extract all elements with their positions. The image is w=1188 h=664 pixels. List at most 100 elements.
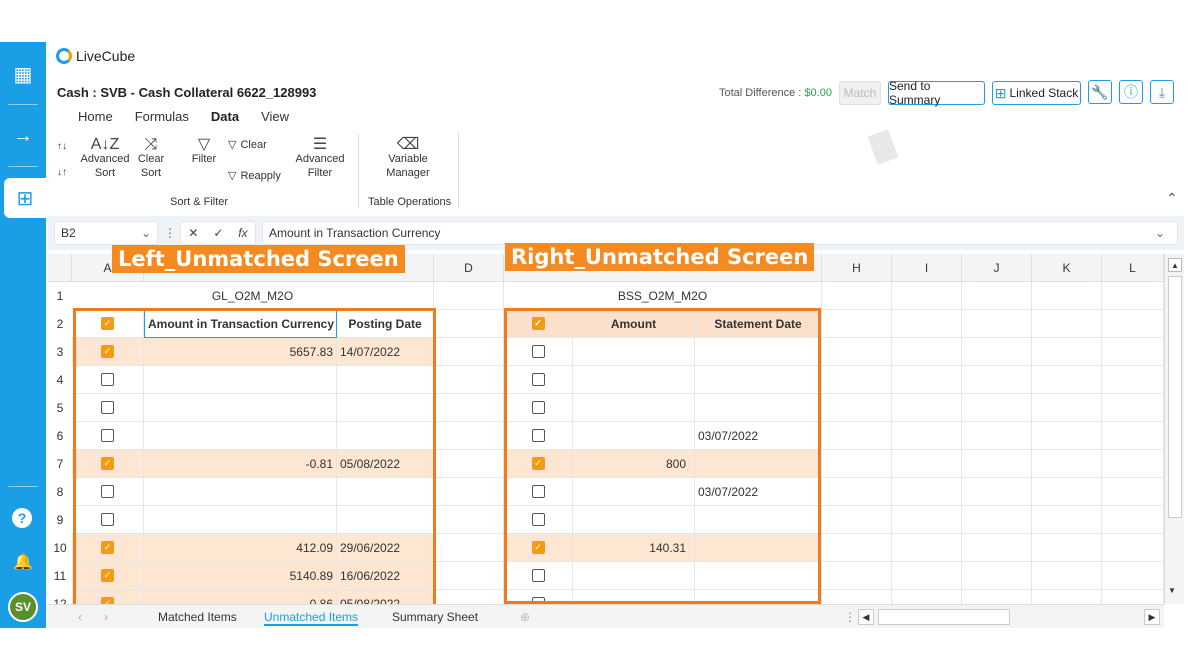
clear-sort-button[interactable]: ⤨ Clear Sort xyxy=(134,137,168,180)
scroll-up-icon[interactable]: ▲ xyxy=(1168,258,1182,272)
empty-cell[interactable] xyxy=(1032,366,1102,394)
scroll-down-icon[interactable]: ▼ xyxy=(1168,586,1176,595)
empty-cell[interactable] xyxy=(962,590,1032,604)
empty-cell[interactable] xyxy=(892,366,962,394)
row-header[interactable]: 5 xyxy=(48,394,72,422)
sheet-tab-matched-items[interactable]: Matched Items xyxy=(158,610,237,624)
filter-button[interactable]: ▽ Filter xyxy=(187,137,221,166)
empty-cell[interactable] xyxy=(434,506,504,534)
empty-cell[interactable] xyxy=(892,506,962,534)
tab-home[interactable]: Home xyxy=(78,109,113,124)
empty-cell[interactable] xyxy=(1102,338,1164,366)
column-header-l[interactable]: L xyxy=(1102,254,1164,282)
empty-cell[interactable] xyxy=(962,394,1032,422)
empty-cell[interactable] xyxy=(822,534,892,562)
empty-cell[interactable] xyxy=(434,534,504,562)
empty-cell[interactable] xyxy=(822,478,892,506)
prev-sheet-icon[interactable]: ‹ xyxy=(78,610,82,624)
empty-cell[interactable] xyxy=(1032,506,1102,534)
send-to-summary-button[interactable]: Send to Summary xyxy=(888,79,985,107)
empty-cell[interactable] xyxy=(434,422,504,450)
column-header-h[interactable]: H xyxy=(822,254,892,282)
empty-cell[interactable] xyxy=(434,366,504,394)
vertical-scrollbar[interactable]: ▲ ▼ xyxy=(1164,254,1184,604)
empty-cell[interactable] xyxy=(962,450,1032,478)
help-icon[interactable]: ? xyxy=(12,508,32,528)
empty-cell[interactable] xyxy=(892,478,962,506)
empty-cell[interactable] xyxy=(822,450,892,478)
empty-cell[interactable] xyxy=(962,506,1032,534)
empty-cell[interactable] xyxy=(892,590,962,604)
avatar[interactable]: SV xyxy=(8,592,38,622)
empty-cell[interactable] xyxy=(892,534,962,562)
horizontal-scroll-thumb[interactable] xyxy=(878,609,1010,625)
empty-cell[interactable] xyxy=(1102,422,1164,450)
row-header[interactable]: 7 xyxy=(48,450,72,478)
apps-grid-icon[interactable]: ▦ xyxy=(0,54,46,94)
row-header[interactable]: 12 xyxy=(48,590,72,604)
empty-cell[interactable] xyxy=(822,366,892,394)
empty-cell[interactable] xyxy=(1102,282,1164,310)
next-sheet-icon[interactable]: › xyxy=(104,610,108,624)
empty-cell[interactable] xyxy=(962,366,1032,394)
empty-cell[interactable] xyxy=(434,478,504,506)
empty-cell[interactable] xyxy=(434,590,504,604)
empty-cell[interactable] xyxy=(962,422,1032,450)
empty-cell[interactable] xyxy=(434,394,504,422)
row-header[interactable]: 1 xyxy=(48,282,72,310)
sheet-tab-summary-sheet[interactable]: Summary Sheet xyxy=(392,610,478,624)
select-all-corner[interactable] xyxy=(48,254,72,282)
empty-cell[interactable] xyxy=(1102,534,1164,562)
column-header-k[interactable]: K xyxy=(1032,254,1102,282)
clear-filter-button[interactable]: ▽ Clear xyxy=(228,138,267,152)
empty-cell[interactable] xyxy=(822,590,892,604)
info-icon[interactable]: ⓘ xyxy=(1119,80,1143,104)
bell-icon[interactable]: 🔔 xyxy=(0,542,46,582)
empty-cell[interactable] xyxy=(822,394,892,422)
tab-formulas[interactable]: Formulas xyxy=(135,109,189,124)
row-header[interactable]: 6 xyxy=(48,422,72,450)
empty-cell[interactable] xyxy=(1032,562,1102,590)
collapse-ribbon-icon[interactable]: ⌃ xyxy=(1166,190,1178,207)
empty-cell[interactable] xyxy=(822,422,892,450)
empty-cell[interactable] xyxy=(892,282,962,310)
empty-cell[interactable] xyxy=(892,562,962,590)
scroll-thumb[interactable] xyxy=(1168,276,1182,518)
tab-view[interactable]: View xyxy=(261,109,289,124)
cell-reference-box[interactable]: B2 ⌄ xyxy=(54,221,158,245)
empty-cell[interactable] xyxy=(1102,310,1164,338)
row-header[interactable]: 4 xyxy=(48,366,72,394)
empty-cell[interactable] xyxy=(962,282,1032,310)
empty-cell[interactable] xyxy=(434,450,504,478)
row-header[interactable]: 10 xyxy=(48,534,72,562)
empty-cell[interactable] xyxy=(1102,394,1164,422)
empty-cell[interactable] xyxy=(1102,478,1164,506)
empty-cell[interactable] xyxy=(434,310,504,338)
advanced-sort-button[interactable]: A↓Z Advanced Sort xyxy=(78,137,132,180)
sort-ascending-icon[interactable]: ↑↓ ↓↑ xyxy=(57,140,67,179)
column-header-j[interactable]: J xyxy=(962,254,1032,282)
row-header[interactable]: 8 xyxy=(48,478,72,506)
tab-data[interactable]: Data xyxy=(211,109,239,124)
match-button[interactable]: Match xyxy=(839,81,881,105)
empty-cell[interactable] xyxy=(1032,338,1102,366)
empty-cell[interactable] xyxy=(1032,422,1102,450)
function-icon[interactable]: fx xyxy=(238,226,247,240)
more-vertical-icon[interactable]: ⋮ xyxy=(844,610,856,624)
empty-cell[interactable] xyxy=(1102,450,1164,478)
empty-cell[interactable] xyxy=(434,282,504,310)
scroll-left-icon[interactable]: ◀ xyxy=(858,609,874,625)
empty-cell[interactable] xyxy=(1102,506,1164,534)
row-header[interactable]: 2 xyxy=(48,310,72,338)
empty-cell[interactable] xyxy=(892,450,962,478)
empty-cell[interactable] xyxy=(822,282,892,310)
more-vertical-icon[interactable]: ⋮ xyxy=(164,226,176,240)
empty-cell[interactable] xyxy=(1102,366,1164,394)
advanced-filter-button[interactable]: ☰ Advanced Filter xyxy=(292,137,348,180)
empty-cell[interactable] xyxy=(434,562,504,590)
formula-input[interactable]: Amount in Transaction Currency ⌄ xyxy=(262,221,1178,245)
empty-cell[interactable] xyxy=(822,310,892,338)
row-header[interactable]: 11 xyxy=(48,562,72,590)
empty-cell[interactable] xyxy=(1102,562,1164,590)
row-header[interactable]: 9 xyxy=(48,506,72,534)
